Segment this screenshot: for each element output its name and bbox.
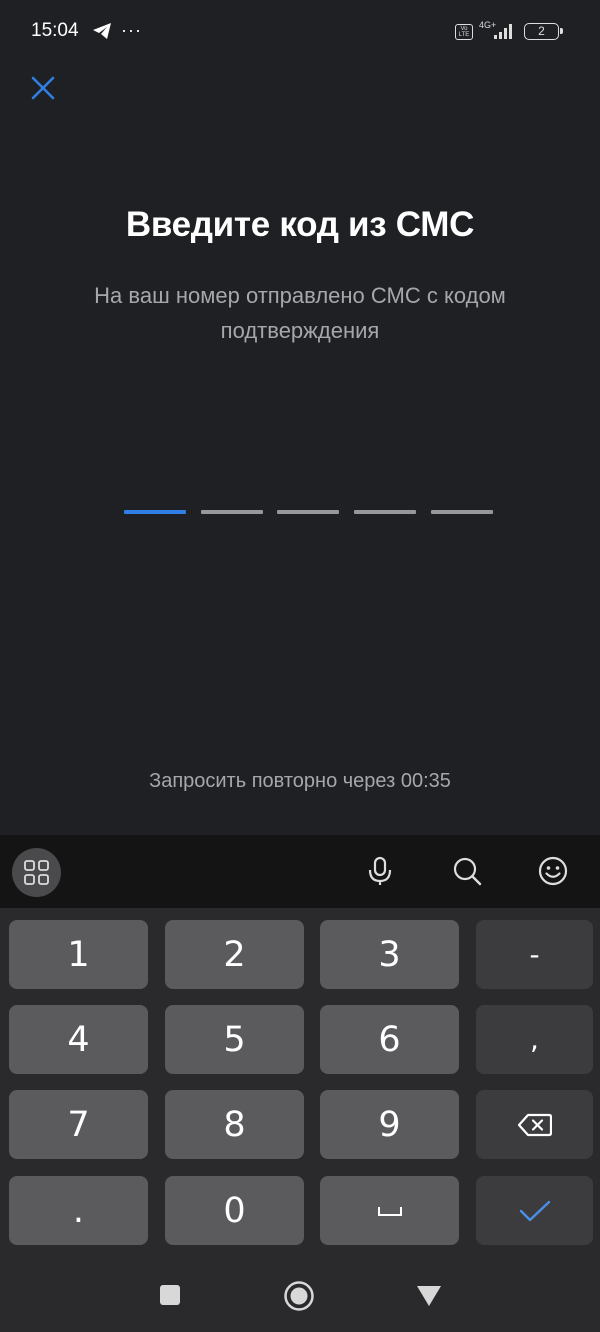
apps-button[interactable] [12, 848, 61, 897]
key-9[interactable]: 9 [320, 1090, 459, 1159]
key-6[interactable]: 6 [320, 1005, 459, 1074]
key-period[interactable]: . [9, 1176, 148, 1245]
grid-icon [24, 860, 49, 885]
key-dash[interactable]: - [476, 920, 593, 989]
page-title: Введите код из СМС [125, 205, 475, 244]
back-icon[interactable] [416, 1285, 442, 1307]
status-bar: 15:04 ··· Vo LTE 4G+ 2 [0, 0, 600, 64]
code-digit-slot[interactable] [431, 510, 493, 514]
key-2[interactable]: 2 [165, 920, 304, 989]
battery-icon: 2 [524, 23, 563, 40]
home-icon[interactable] [283, 1280, 315, 1312]
telegram-icon [93, 23, 111, 39]
backspace-icon [517, 1113, 552, 1136]
done-key[interactable] [476, 1176, 593, 1245]
status-time: 15:04 [31, 20, 79, 41]
recents-icon[interactable] [159, 1284, 181, 1306]
code-digit-slot[interactable] [124, 510, 186, 514]
signal-icon [494, 24, 512, 39]
space-icon [377, 1206, 402, 1216]
key-8[interactable]: 8 [165, 1090, 304, 1159]
code-digit-slot[interactable] [201, 510, 263, 514]
key-4[interactable]: 4 [9, 1005, 148, 1074]
backspace-key[interactable] [476, 1090, 593, 1159]
sms-code-input[interactable] [124, 510, 494, 518]
key-7[interactable]: 7 [9, 1090, 148, 1159]
key-comma[interactable]: , [476, 1005, 593, 1074]
more-icon: ··· [121, 20, 142, 40]
navigation-bar [0, 1258, 600, 1332]
checkmark-icon [519, 1200, 550, 1221]
search-icon[interactable] [451, 855, 483, 887]
space-key[interactable] [320, 1176, 459, 1245]
code-digit-slot[interactable] [277, 510, 339, 514]
page-subtitle: На ваш номер отправлено СМС с кодом подт… [94, 283, 506, 343]
emoji-icon[interactable] [537, 855, 569, 887]
code-digit-slot[interactable] [354, 510, 416, 514]
key-3[interactable]: 3 [320, 920, 459, 989]
microphone-icon[interactable] [364, 855, 396, 887]
volte-icon: Vo LTE [455, 24, 473, 40]
key-0[interactable]: 0 [165, 1176, 304, 1245]
sms-code-screen: 15:04 ··· Vo LTE 4G+ 2 Введите код из СМ… [0, 0, 600, 1332]
key-1[interactable]: 1 [9, 920, 148, 989]
keyboard-toolbar [0, 835, 600, 908]
resend-timer: Запросить повторно через 00:35 [149, 770, 451, 792]
close-icon[interactable] [27, 72, 59, 104]
key-5[interactable]: 5 [165, 1005, 304, 1074]
